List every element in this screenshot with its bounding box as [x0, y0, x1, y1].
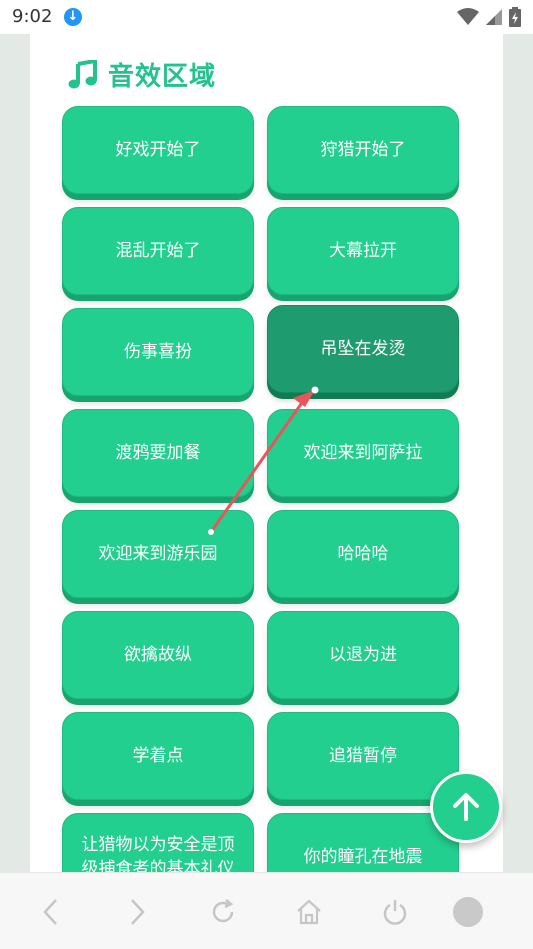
sound-effects-card: 音效区域 好戏开始了 狩猎开始了 混乱开始了 大幕拉开 伤事喜扮 吊坠在发烫 渡…	[30, 34, 503, 872]
section-header: 音效区域	[68, 56, 216, 93]
refresh-button[interactable]	[208, 897, 238, 927]
sound-button[interactable]: 你的瞳孔在地震	[267, 813, 459, 872]
right-margin	[503, 34, 533, 872]
forward-icon	[131, 899, 145, 925]
left-margin	[0, 34, 30, 872]
home-icon	[297, 899, 321, 925]
sound-button[interactable]: 渡鸦要加餐	[62, 409, 254, 497]
power-icon	[383, 900, 407, 925]
home-button[interactable]	[294, 897, 324, 927]
sound-button[interactable]: 以退为进	[267, 611, 459, 699]
sound-button[interactable]: 狩猎开始了	[267, 106, 459, 194]
section-title: 音效区域	[108, 62, 217, 92]
system-icons	[457, 7, 521, 27]
status-bar: 9:02 ↓	[0, 0, 533, 34]
back-button[interactable]	[36, 897, 66, 927]
bottom-nav	[0, 872, 533, 949]
arrow-up-icon	[453, 793, 479, 821]
sound-button-pressed[interactable]: 吊坠在发烫	[267, 305, 459, 393]
sound-button[interactable]: 混乱开始了	[62, 207, 254, 295]
sound-button[interactable]: 欢迎来到阿萨拉	[267, 409, 459, 497]
signal-icon	[486, 9, 502, 25]
sound-button[interactable]: 欢迎来到游乐园	[62, 510, 254, 598]
sound-button[interactable]: 大幕拉开	[267, 207, 459, 295]
sound-button[interactable]: 让猎物以为安全是顶级捕食者的基本礼仪	[62, 813, 254, 872]
sound-button[interactable]: 欲擒故纵	[62, 611, 254, 699]
sound-button[interactable]: 学着点	[62, 712, 254, 800]
sound-button[interactable]: 伤事喜扮	[62, 308, 254, 396]
sound-button[interactable]: 哈哈哈	[267, 510, 459, 598]
battery-icon	[509, 7, 521, 27]
power-button[interactable]	[380, 897, 410, 927]
refresh-icon	[212, 899, 234, 923]
record-button[interactable]	[451, 895, 485, 929]
music-note-icon	[68, 59, 97, 88]
status-time: 9:02	[12, 6, 53, 27]
download-icon: ↓	[64, 8, 82, 26]
record-icon	[453, 897, 483, 927]
sound-button[interactable]: 追猎暂停	[267, 712, 459, 800]
wifi-icon	[457, 8, 479, 25]
scroll-to-top-button[interactable]	[430, 771, 502, 843]
forward-button[interactable]	[122, 897, 152, 927]
sound-button[interactable]: 好戏开始了	[62, 106, 254, 194]
back-icon	[43, 899, 57, 925]
